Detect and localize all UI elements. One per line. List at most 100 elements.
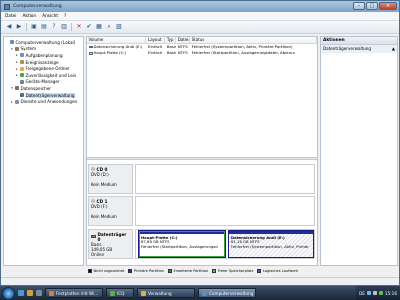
back-arrow-icon[interactable]: ◀ [5,23,13,31]
table-row[interactable]: Haupt-Platte (C:) Einfach Basis NTFS Feh… [87,50,317,56]
console-tree: Computerverwaltung (Lokal) ▾ System ▸ Aufgab… [3,36,84,266]
menu-help[interactable]: ? [64,14,66,19]
taskbar-button[interactable]: Verwaltung [137,288,195,298]
disk-label[interactable]: CD 1 DVD (F:) Kein Medium [88,196,133,226]
taskbar-app-icon [49,290,54,296]
pane-splitter[interactable] [87,157,317,160]
taskbar-button[interactable]: Festplatten mit Wi... [45,288,103,298]
help-icon[interactable]: ? [50,23,58,31]
start-button[interactable] [2,286,15,300]
event-icon [20,60,24,65]
toolbar: ◀ ▶ ▣ ▤ ? ▥ ✕ ✔ ▦ ⌕ ▧ [1,21,399,34]
tree-item-label: Aufgabenplanung [25,52,63,58]
language-indicator[interactable]: DE [359,291,365,296]
tree-item-label: Zuverlässigkeit und Leis [25,72,77,78]
tree-item[interactable]: ▸ Dienste und Anwendungen [4,98,83,105]
console-tree-icon[interactable]: ▥ [60,23,68,31]
network-icon[interactable] [366,291,371,295]
disk-label[interactable]: CD 0 DVD (D:) Kein Medium [88,164,133,194]
clock-icon [20,53,24,58]
tree-item-label: System [20,46,37,52]
quick-launch-ie-icon[interactable] [18,290,24,296]
quick-launch-explorer-icon[interactable] [27,290,33,296]
column-header-volume[interactable]: Volume [87,37,147,43]
taskbar-app-icon [141,290,146,296]
disk-name: CD 0 [96,166,108,172]
taskbar-button[interactable]: Computerverwaltung [198,288,256,298]
hard-disk-icon [91,235,96,238]
legend-label: Primäre Partition [133,269,164,273]
folder-icon [20,66,24,71]
tree-item[interactable]: Datenträgerverwaltung [4,92,83,99]
column-header-layout[interactable]: Layout [146,37,166,43]
disk-name: CD 1 [96,198,108,204]
tree-item[interactable]: ▸ Freigegebene Ordner [4,65,83,72]
column-header-filesystem[interactable]: Dateisystem [176,37,191,43]
volume-icon[interactable] [372,291,377,295]
minimize-button[interactable]: – [353,2,365,10]
menu-ansicht[interactable]: Ansicht [42,14,58,19]
device-icon [20,79,24,84]
column-header-status[interactable]: Status [190,37,317,43]
volume-status: Fehlerfrei (Startpartition, Auslagerungs… [191,50,295,56]
tree-item-label: Freigegebene Ordner [25,66,70,72]
search-icon[interactable]: ⌕ [105,23,113,31]
new-window-icon[interactable]: ▧ [115,23,123,31]
tree-item-label: Geräte-Manager [25,79,60,85]
legend-label: Erweiterte Partition [173,269,209,273]
close-button[interactable]: × [379,2,397,10]
cd-icon [91,199,95,203]
open-icon[interactable]: ▦ [95,23,103,31]
partition-status: Fehlerfrei (Startpartition, Auslagerungs… [141,243,218,249]
menu-aktion[interactable]: Aktion [22,14,36,19]
check-icon[interactable]: ✔ [85,23,93,31]
clock[interactable]: 15:16 [385,291,397,296]
window-controls: – □ × [353,2,397,10]
column-header-type[interactable]: Typ [165,37,177,43]
volume-icon [88,45,93,49]
partition-c[interactable]: Haupt-Platte (C:) 87,88 GB NTFS Fehlerfr… [138,230,226,258]
partition-e[interactable]: Datensicherung Andi (E:) 61,16 GB NTFS F… [228,230,314,258]
tree-item[interactable]: ▸ Ereignisanzeige [4,59,83,66]
menu-datei[interactable]: Datei [5,14,16,19]
disk-row-cd1: CD 1 DVD (F:) Kein Medium [88,196,316,226]
partition-status: Fehlerfrei (Systempartition, Aktiv, Prim… [231,243,309,249]
delete-icon[interactable]: ✕ [75,23,83,31]
tree-item[interactable]: Geräte-Manager [4,79,83,86]
legend-item: Nicht zugeordnet [88,269,124,273]
taskbar-button[interactable]: ICQ [106,288,134,298]
legend-label: Freier Speicherplatz [217,269,254,273]
disk-label[interactable]: Datenträger 0 Basis 149,05 GB Online [88,229,133,259]
cd-icon [91,167,95,171]
legend-swatch [167,269,172,273]
legend-label: Logisches Laufwerk [262,269,299,273]
forward-arrow-icon[interactable]: ▶ [15,23,23,31]
tree-item[interactable]: ▸ Zuverlässigkeit und Leis [4,72,83,79]
tray-app-icon[interactable] [378,291,383,295]
tree-item[interactable]: ▸ Aufgabenplanung [4,52,83,59]
taskbar-button-label: Computerverwaltung [209,290,254,296]
actions-item-disk-management[interactable]: Datenträgerverwaltung ▲ [321,45,397,53]
disk-name: Datenträger 0 [97,231,127,242]
up-folder-icon[interactable]: ▣ [30,23,38,31]
tree-item[interactable]: Computerverwaltung (Lokal) [4,39,83,46]
quick-launch-desktop-icon[interactable] [36,290,42,296]
tree-item[interactable]: ▾ Datenspeicher [4,85,83,92]
toolbar-separator [26,23,27,31]
disk-info: Online [91,251,104,257]
volume-icon [88,52,93,55]
disk-management-pane: Volume Layout Typ Dateisystem Status Dat… [86,36,318,266]
tools-icon [15,46,19,51]
maximize-button[interactable]: □ [366,2,378,10]
system-tray: DE 15:16 [356,286,400,300]
legend-item: Primäre Partition [128,269,164,273]
properties-icon[interactable]: ▤ [40,23,48,31]
tree-item[interactable]: ▾ System [4,46,83,53]
title-bar[interactable]: Computerverwaltung – □ × [1,1,399,12]
actions-pane: Aktionen Datenträgerverwaltung ▲ [320,36,398,266]
volume-list-header: Volume Layout Typ Dateisystem Status [87,37,317,44]
computer-icon [10,40,14,45]
disk-icon [20,93,24,98]
legend-swatch [88,269,92,273]
collapse-arrow-icon[interactable]: ▲ [392,45,395,53]
